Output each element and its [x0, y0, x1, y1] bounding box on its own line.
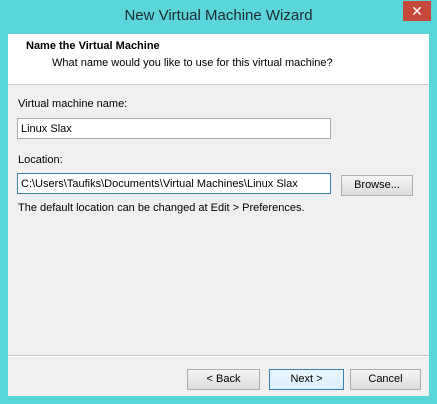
- location-label: Location:: [18, 154, 63, 166]
- footer-separator: [8, 355, 429, 357]
- wizard-window: New Virtual Machine Wizard ✕ Name the Vi…: [0, 0, 437, 404]
- back-button[interactable]: < Back: [187, 369, 260, 390]
- location-hint: The default location can be changed at E…: [18, 202, 305, 214]
- close-icon: ✕: [411, 3, 423, 19]
- title-bar[interactable]: New Virtual Machine Wizard ✕: [0, 0, 437, 34]
- close-button[interactable]: ✕: [403, 1, 431, 21]
- wizard-header: Name the Virtual Machine What name would…: [8, 34, 429, 85]
- browse-button[interactable]: Browse...: [341, 175, 413, 196]
- cancel-button[interactable]: Cancel: [350, 369, 421, 390]
- page-title: Name the Virtual Machine: [26, 40, 160, 52]
- page-subtitle: What name would you like to use for this…: [52, 57, 333, 69]
- next-button[interactable]: Next >: [269, 369, 344, 390]
- vm-name-label: Virtual machine name:: [18, 98, 128, 110]
- vm-name-input[interactable]: [17, 118, 331, 139]
- location-input[interactable]: [17, 173, 331, 194]
- wizard-body: Name the Virtual Machine What name would…: [8, 34, 429, 396]
- window-title: New Virtual Machine Wizard: [124, 7, 313, 24]
